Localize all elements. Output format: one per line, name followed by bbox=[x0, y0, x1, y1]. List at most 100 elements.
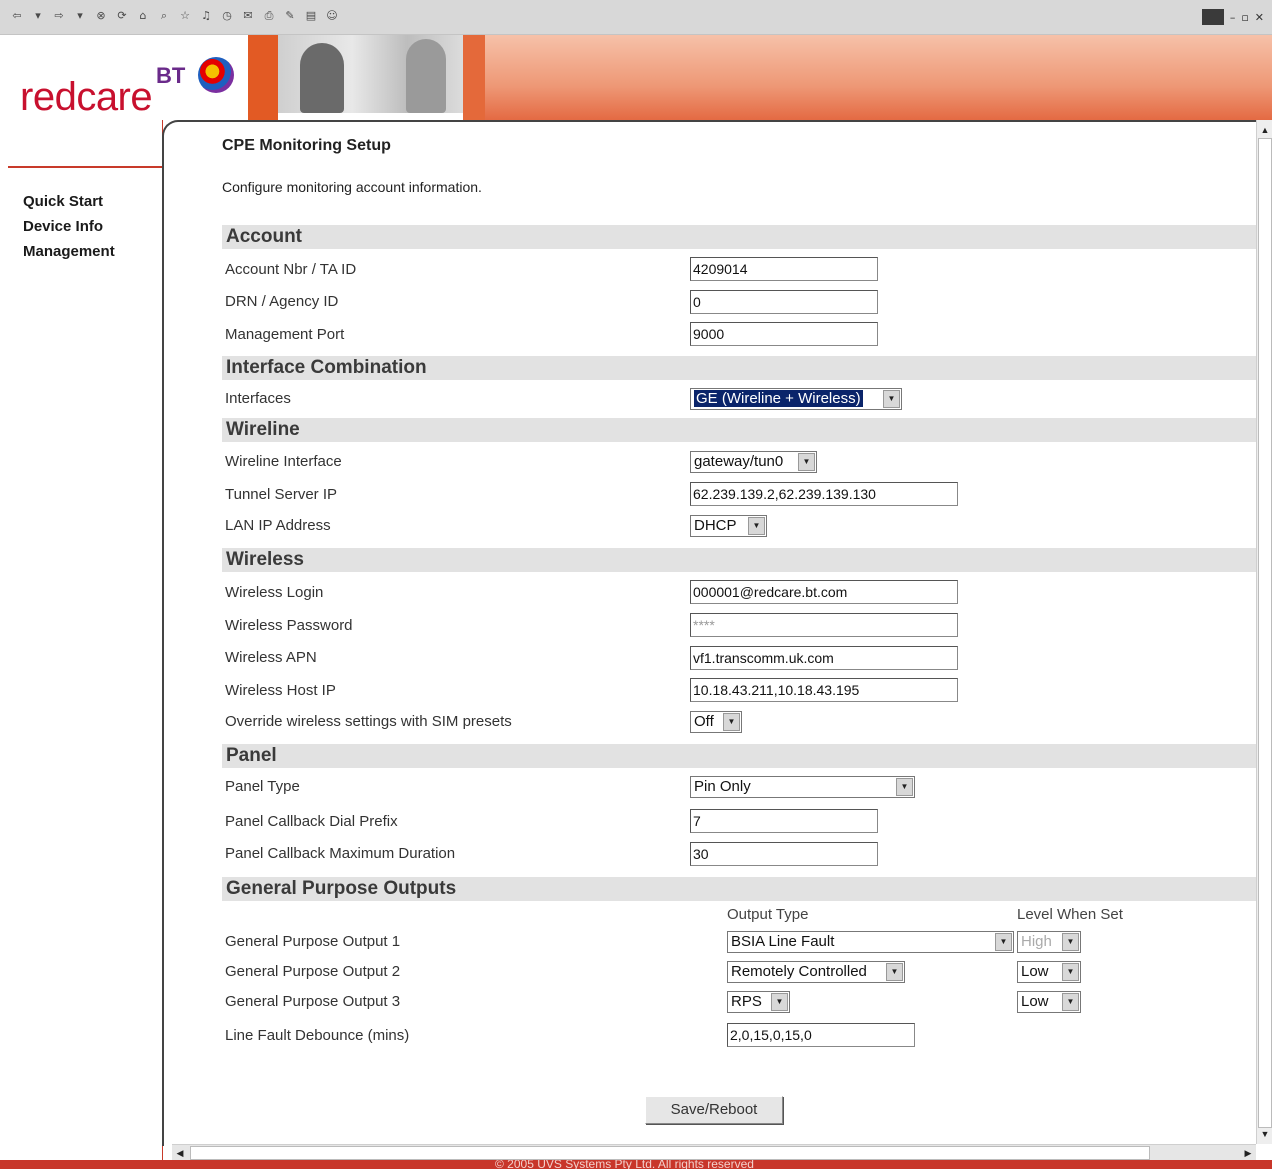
gpo-2-type-select[interactable]: Remotely Controlled ▼ bbox=[727, 961, 905, 983]
forward-icon[interactable]: ⇨ bbox=[52, 9, 66, 23]
bt-logo-text: BT bbox=[156, 63, 186, 88]
chevron-down-icon[interactable]: ▼ bbox=[1062, 993, 1079, 1011]
section-wireline: Wireline bbox=[222, 418, 1256, 442]
chevron-down-icon[interactable]: ▼ bbox=[771, 993, 788, 1011]
gpo-1-type-select[interactable]: BSIA Line Fault ▼ bbox=[727, 931, 1014, 953]
print-icon[interactable]: ⎙ bbox=[262, 9, 276, 23]
override-sim-select[interactable]: Off ▼ bbox=[690, 711, 742, 733]
header-accent bbox=[463, 35, 485, 120]
scroll-left-icon[interactable]: ◀ bbox=[172, 1145, 188, 1161]
chevron-down-icon[interactable]: ▼ bbox=[886, 963, 903, 981]
favorites-icon[interactable]: ☆ bbox=[178, 9, 192, 23]
drn-field[interactable]: 0 bbox=[690, 290, 878, 314]
gpo-1-level-value: High bbox=[1021, 933, 1052, 950]
sidebar-item-device-info[interactable]: Device Info bbox=[23, 218, 103, 235]
management-port-label: Management Port bbox=[225, 326, 345, 343]
gpo-1-type-value: BSIA Line Fault bbox=[731, 933, 835, 950]
refresh-icon[interactable]: ⟳ bbox=[115, 9, 129, 23]
section-title: Panel bbox=[226, 745, 277, 766]
interfaces-label: Interfaces bbox=[225, 390, 291, 407]
footer: © 2005 UVS Systems Pty Ltd. All rights r… bbox=[0, 1160, 1272, 1169]
panel-type-label: Panel Type bbox=[225, 778, 300, 795]
toolbar-icons: ⇦ ▾ ⇨ ▾ ⊗ ⟳ ⌂ ⌕ ☆ ♫ ◷ ✉ ⎙ ✎ ▤ ☺ bbox=[10, 9, 339, 23]
sidebar-item-management[interactable]: Management bbox=[23, 243, 115, 260]
chevron-down-icon[interactable]: ▼ bbox=[748, 517, 765, 535]
tunnel-server-ip-label: Tunnel Server IP bbox=[225, 486, 337, 503]
section-account: Account bbox=[222, 225, 1256, 249]
dropdown-icon[interactable]: ▾ bbox=[31, 9, 45, 23]
chevron-down-icon[interactable]: ▼ bbox=[1062, 963, 1079, 981]
dial-prefix-field[interactable]: 7 bbox=[690, 809, 878, 833]
horizontal-scrollbar[interactable]: ◀ ▶ bbox=[172, 1144, 1256, 1161]
max-duration-field[interactable]: 30 bbox=[690, 842, 878, 866]
site-header: redcare BT bbox=[0, 35, 1272, 120]
mail-icon[interactable]: ✉ bbox=[241, 9, 255, 23]
history-icon[interactable]: ◷ bbox=[220, 9, 234, 23]
window-controls: – ▫ ✕ bbox=[1201, 9, 1264, 25]
logo[interactable]: redcare BT bbox=[8, 35, 248, 120]
gpo-2-label: General Purpose Output 2 bbox=[225, 963, 401, 980]
header-accent bbox=[248, 35, 278, 120]
management-port-field[interactable]: 9000 bbox=[690, 322, 878, 346]
sidebar-item-quick-start[interactable]: Quick Start bbox=[23, 193, 103, 210]
gpo-3-type-select[interactable]: RPS ▼ bbox=[727, 991, 790, 1013]
wireless-login-field[interactable]: 000001@redcare.bt.com bbox=[690, 580, 958, 604]
gpo-3-type-value: RPS bbox=[731, 993, 762, 1010]
wireless-host-ip-field[interactable]: 10.18.43.211,10.18.43.195 bbox=[690, 678, 958, 702]
gpo-1-label: General Purpose Output 1 bbox=[225, 933, 401, 950]
stop-icon[interactable]: ⊗ bbox=[94, 9, 108, 23]
edit-icon[interactable]: ✎ bbox=[283, 9, 297, 23]
wireless-apn-label: Wireless APN bbox=[225, 649, 317, 666]
gpo-3-level-select[interactable]: Low ▼ bbox=[1017, 991, 1081, 1013]
person-silhouette bbox=[406, 39, 446, 113]
restore-icon[interactable]: ▫ bbox=[1241, 11, 1248, 24]
messenger-icon[interactable]: ☺ bbox=[325, 9, 339, 23]
gpo-2-level-select[interactable]: Low ▼ bbox=[1017, 961, 1081, 983]
wireless-password-field[interactable]: **** bbox=[690, 613, 958, 637]
close-icon[interactable]: ✕ bbox=[1255, 11, 1264, 24]
drn-label: DRN / Agency ID bbox=[225, 293, 339, 310]
section-panel: Panel bbox=[222, 744, 1256, 768]
section-wireless: Wireless bbox=[222, 548, 1256, 572]
tunnel-server-ip-field[interactable]: 62.239.139.2,62.239.139.130 bbox=[690, 482, 958, 506]
search-icon[interactable]: ⌕ bbox=[157, 9, 171, 23]
chevron-down-icon[interactable]: ▼ bbox=[798, 453, 815, 471]
section-title: Account bbox=[226, 226, 302, 247]
wireless-apn-field[interactable]: vf1.transcomm.uk.com bbox=[690, 646, 958, 670]
gpo-1-level-select[interactable]: High ▼ bbox=[1017, 931, 1081, 953]
scrollbar-thumb[interactable] bbox=[190, 1146, 1150, 1160]
level-column-header: Level When Set bbox=[1017, 906, 1123, 923]
windows-logo-icon bbox=[1201, 9, 1224, 25]
interfaces-select[interactable]: GE (Wireline + Wireless) ▼ bbox=[690, 388, 902, 410]
chevron-down-icon[interactable]: ▼ bbox=[896, 778, 913, 796]
scroll-up-icon[interactable]: ▲ bbox=[1257, 122, 1272, 138]
lan-ip-select[interactable]: DHCP ▼ bbox=[690, 515, 767, 537]
minimize-icon[interactable]: – bbox=[1230, 11, 1236, 24]
scroll-right-icon[interactable]: ▶ bbox=[1240, 1145, 1256, 1161]
debounce-field[interactable]: 2,0,15,0,15,0 bbox=[727, 1023, 915, 1047]
gpo-2-type-value: Remotely Controlled bbox=[731, 963, 867, 980]
wireline-interface-select[interactable]: gateway/tun0 ▼ bbox=[690, 451, 817, 473]
back-icon[interactable]: ⇦ bbox=[10, 9, 24, 23]
logo-text: redcare bbox=[20, 75, 153, 119]
scroll-down-icon[interactable]: ▼ bbox=[1257, 1126, 1272, 1142]
discuss-icon[interactable]: ▤ bbox=[304, 9, 318, 23]
page-description: Configure monitoring account information… bbox=[222, 179, 482, 195]
chevron-down-icon[interactable]: ▼ bbox=[1062, 933, 1079, 951]
dropdown-icon[interactable]: ▾ bbox=[73, 9, 87, 23]
panel-type-select[interactable]: Pin Only ▼ bbox=[690, 776, 915, 798]
chevron-down-icon[interactable]: ▼ bbox=[995, 933, 1012, 951]
chevron-down-icon[interactable]: ▼ bbox=[883, 390, 900, 408]
lan-ip-label: LAN IP Address bbox=[225, 517, 331, 534]
vertical-scrollbar[interactable]: ▲ ▼ bbox=[1256, 120, 1272, 1144]
media-icon[interactable]: ♫ bbox=[199, 9, 213, 23]
save-reboot-button[interactable]: Save/Reboot bbox=[645, 1096, 783, 1124]
scrollbar-thumb[interactable] bbox=[1258, 138, 1272, 1128]
account-nbr-field[interactable]: 4209014 bbox=[690, 257, 878, 281]
section-title: Wireline bbox=[226, 419, 300, 440]
chevron-down-icon[interactable]: ▼ bbox=[723, 713, 740, 731]
gpo-3-level-value: Low bbox=[1021, 993, 1049, 1010]
sidebar: Quick Start Device Info Management bbox=[8, 120, 163, 1160]
dial-prefix-label: Panel Callback Dial Prefix bbox=[225, 813, 398, 830]
home-icon[interactable]: ⌂ bbox=[136, 9, 150, 23]
